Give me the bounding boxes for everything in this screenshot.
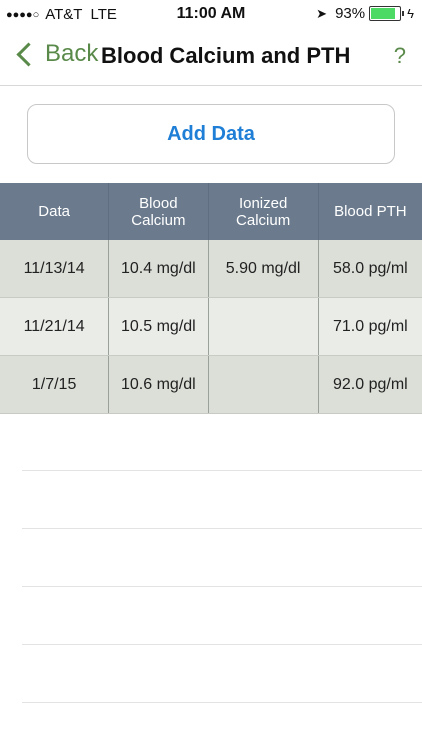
table-row[interactable]: 1/7/15 10.6 mg/dl 92.0 pg/ml: [0, 356, 422, 414]
cell-blood-pth: 58.0 pg/ml: [333, 259, 408, 277]
cell-blood-calcium: 10.4 mg/dl: [109, 240, 209, 297]
navigation-bar: Back Blood Calcium and PTH ?: [0, 30, 422, 86]
header-blood-calcium: Blood Calcium: [109, 183, 209, 240]
cell-blood-pth: 71.0 pg/ml: [333, 317, 408, 335]
empty-list-area: [22, 413, 422, 703]
cell-ionized-calcium: [209, 298, 319, 355]
battery-percent: 93%: [335, 5, 366, 22]
header-date: Data: [0, 183, 110, 240]
empty-row-divider: [22, 645, 422, 703]
cell-blood-calcium: 10.5 mg/dl: [109, 298, 209, 355]
table-row[interactable]: 11/13/14 10.4 mg/dl 5.90 mg/dl 58.0 pg/m…: [0, 240, 422, 298]
page-title: Blood Calcium and PTH: [101, 43, 351, 68]
empty-row-divider: [22, 471, 422, 529]
battery-fill: [371, 8, 396, 19]
cell-blood-calcium: 10.6 mg/dl: [109, 356, 209, 413]
data-table: Data Blood Calcium Ionized Calcium Blood…: [0, 183, 422, 414]
status-right: ➤ 93% ϟ: [316, 5, 414, 22]
help-button[interactable]: ?: [394, 43, 406, 69]
header-blood-pth: Blood PTH: [334, 203, 407, 220]
cell-ionized-calcium: 5.90 mg/dl: [209, 240, 319, 297]
charging-bolt-icon: ϟ: [407, 6, 414, 21]
empty-row-divider: [22, 529, 422, 587]
chevron-left-icon: [16, 41, 41, 67]
empty-row-divider: [22, 587, 422, 645]
cell-date: 11/13/14: [0, 240, 110, 297]
table-row[interactable]: 11/21/14 10.5 mg/dl 71.0 pg/ml: [0, 298, 422, 356]
empty-row-divider: [22, 413, 422, 471]
location-arrow-icon: ➤: [316, 5, 328, 21]
header-ionized-calcium: Ionized Calcium: [209, 183, 319, 240]
cell-date: 1/7/15: [0, 356, 110, 413]
battery-icon: [369, 6, 405, 21]
back-label: Back: [45, 40, 99, 67]
add-data-button[interactable]: Add Data: [27, 104, 395, 164]
status-bar: ●●●●○ AT&T LTE 11:00 AM ➤ 93% ϟ: [0, 0, 422, 30]
table-header: Data Blood Calcium Ionized Calcium Blood…: [0, 183, 422, 240]
back-button[interactable]: Back: [14, 40, 98, 68]
cell-blood-pth: 92.0 pg/ml: [333, 375, 408, 393]
cell-date: 11/21/14: [0, 298, 110, 355]
cell-ionized-calcium: [209, 356, 319, 413]
